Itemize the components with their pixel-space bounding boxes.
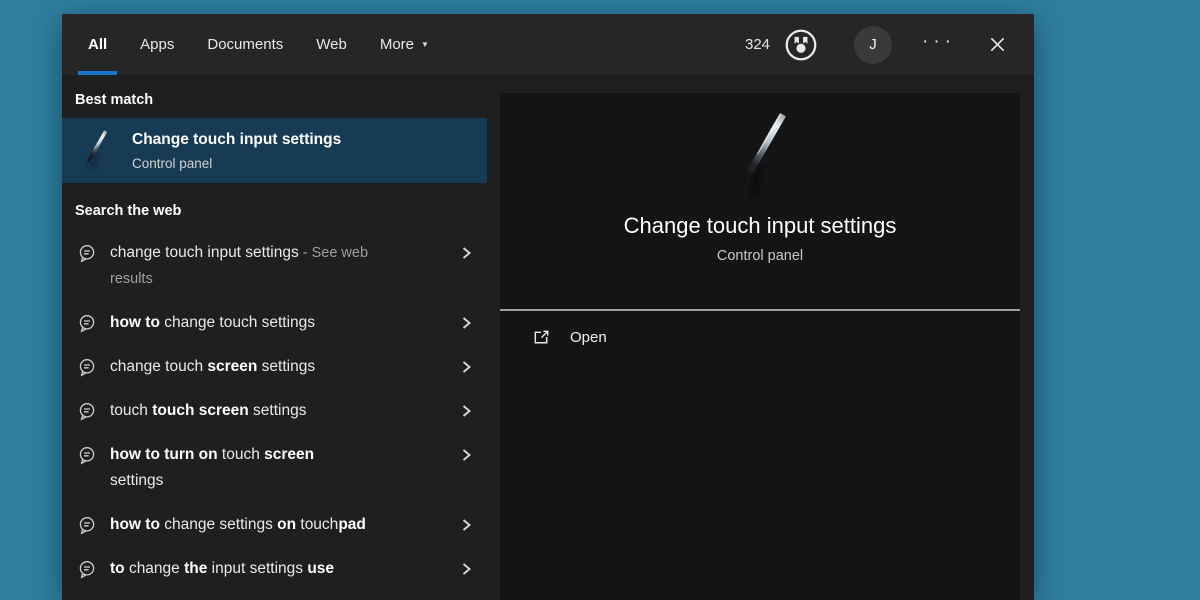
chevron-right-icon[interactable] xyxy=(460,402,473,420)
tab-web[interactable]: Web xyxy=(316,14,347,75)
best-match-subtitle: Control panel xyxy=(132,156,341,171)
preview-divider xyxy=(500,309,1020,311)
search-results-body: Best match Change touch input settings C… xyxy=(62,75,1034,600)
web-suggestion-row[interactable]: touch touch screen settings xyxy=(62,389,487,433)
pen-icon-large xyxy=(705,105,815,201)
rewards-points-count: 324 xyxy=(745,36,770,53)
avatar[interactable]: J xyxy=(854,26,892,64)
preview-area: Change touch input settings Control pane… xyxy=(487,75,1034,600)
suggestion-text: how to change settings on touchpad xyxy=(110,512,428,538)
search-suggestion-balloon-icon xyxy=(77,313,97,334)
suggestion-text: how to turn on touch screensettings xyxy=(110,442,428,494)
tab-label: All xyxy=(88,36,107,53)
web-suggestion-row[interactable]: how to change touch settings xyxy=(62,301,487,345)
chevron-right-icon[interactable] xyxy=(460,446,473,464)
suggestion-text: change touch input settings - See webres… xyxy=(110,240,428,292)
web-suggestion-row[interactable]: change touch screen settings xyxy=(62,345,487,389)
chevron-right-icon[interactable] xyxy=(460,358,473,376)
best-match-title: Change touch input settings xyxy=(132,131,341,149)
tab-documents[interactable]: Documents xyxy=(207,14,283,75)
best-match-result[interactable]: Change touch input settings Control pane… xyxy=(62,118,487,183)
search-suggestion-balloon-icon xyxy=(77,515,97,536)
rewards-medal-icon[interactable] xyxy=(782,26,820,64)
search-filter-bar: All Apps Documents Web More ▼ 324 xyxy=(62,14,1034,75)
web-suggestion-row[interactable]: to change the input settings use xyxy=(62,547,487,591)
header-actions: 324 J ··· xyxy=(745,26,1012,64)
open-action[interactable]: Open xyxy=(532,328,607,347)
active-tab-underline xyxy=(78,71,117,75)
tab-all[interactable]: All xyxy=(88,14,107,75)
results-column: Best match Change touch input settings C… xyxy=(62,75,487,600)
web-suggestion-row[interactable]: how to change settings on touchpad xyxy=(62,503,487,547)
tab-label: Web xyxy=(316,36,347,53)
suggestion-text: change touch screen settings xyxy=(110,354,428,380)
avatar-initial: J xyxy=(869,36,877,53)
more-options-icon[interactable]: ··· xyxy=(922,31,956,59)
web-suggestion-row[interactable]: change touch input settings - See webres… xyxy=(62,231,487,301)
chevron-right-icon[interactable] xyxy=(460,314,473,332)
search-suggestion-balloon-icon xyxy=(77,401,97,422)
chevron-right-icon[interactable] xyxy=(460,516,473,534)
suggestion-text: to change the input settings use xyxy=(110,556,428,582)
suggestion-text: touch touch screen settings xyxy=(110,398,428,424)
preview-card: Change touch input settings Control pane… xyxy=(500,93,1020,600)
tab-more[interactable]: More ▼ xyxy=(380,14,429,75)
search-suggestion-balloon-icon xyxy=(77,559,97,580)
best-match-section-label: Best match xyxy=(62,75,487,118)
chevron-right-icon[interactable] xyxy=(460,244,473,262)
best-match-text: Change touch input settings Control pane… xyxy=(132,131,341,171)
suggestion-text: how to change touch settings xyxy=(110,310,428,336)
preview-subtitle: Control panel xyxy=(717,248,803,264)
windows-search-panel: All Apps Documents Web More ▼ 324 xyxy=(62,14,1034,600)
pen-icon xyxy=(80,127,110,175)
open-icon xyxy=(532,328,551,347)
web-suggestion-row[interactable]: how to turn on touch screensettings xyxy=(62,433,487,503)
close-icon[interactable] xyxy=(982,30,1012,60)
web-section-label: Search the web xyxy=(62,183,487,231)
search-suggestion-balloon-icon xyxy=(77,445,97,466)
preview-title: Change touch input settings xyxy=(624,213,897,239)
chevron-right-icon[interactable] xyxy=(460,560,473,578)
search-suggestion-balloon-icon xyxy=(77,243,97,264)
tab-label: Documents xyxy=(207,36,283,53)
search-suggestion-balloon-icon xyxy=(77,357,97,378)
tab-apps[interactable]: Apps xyxy=(140,14,174,75)
open-label: Open xyxy=(570,329,607,346)
tab-label: More xyxy=(380,36,414,53)
web-suggestion-list: change touch input settings - See webres… xyxy=(62,231,487,591)
chevron-down-icon: ▼ xyxy=(421,40,429,49)
tab-label: Apps xyxy=(140,36,174,53)
